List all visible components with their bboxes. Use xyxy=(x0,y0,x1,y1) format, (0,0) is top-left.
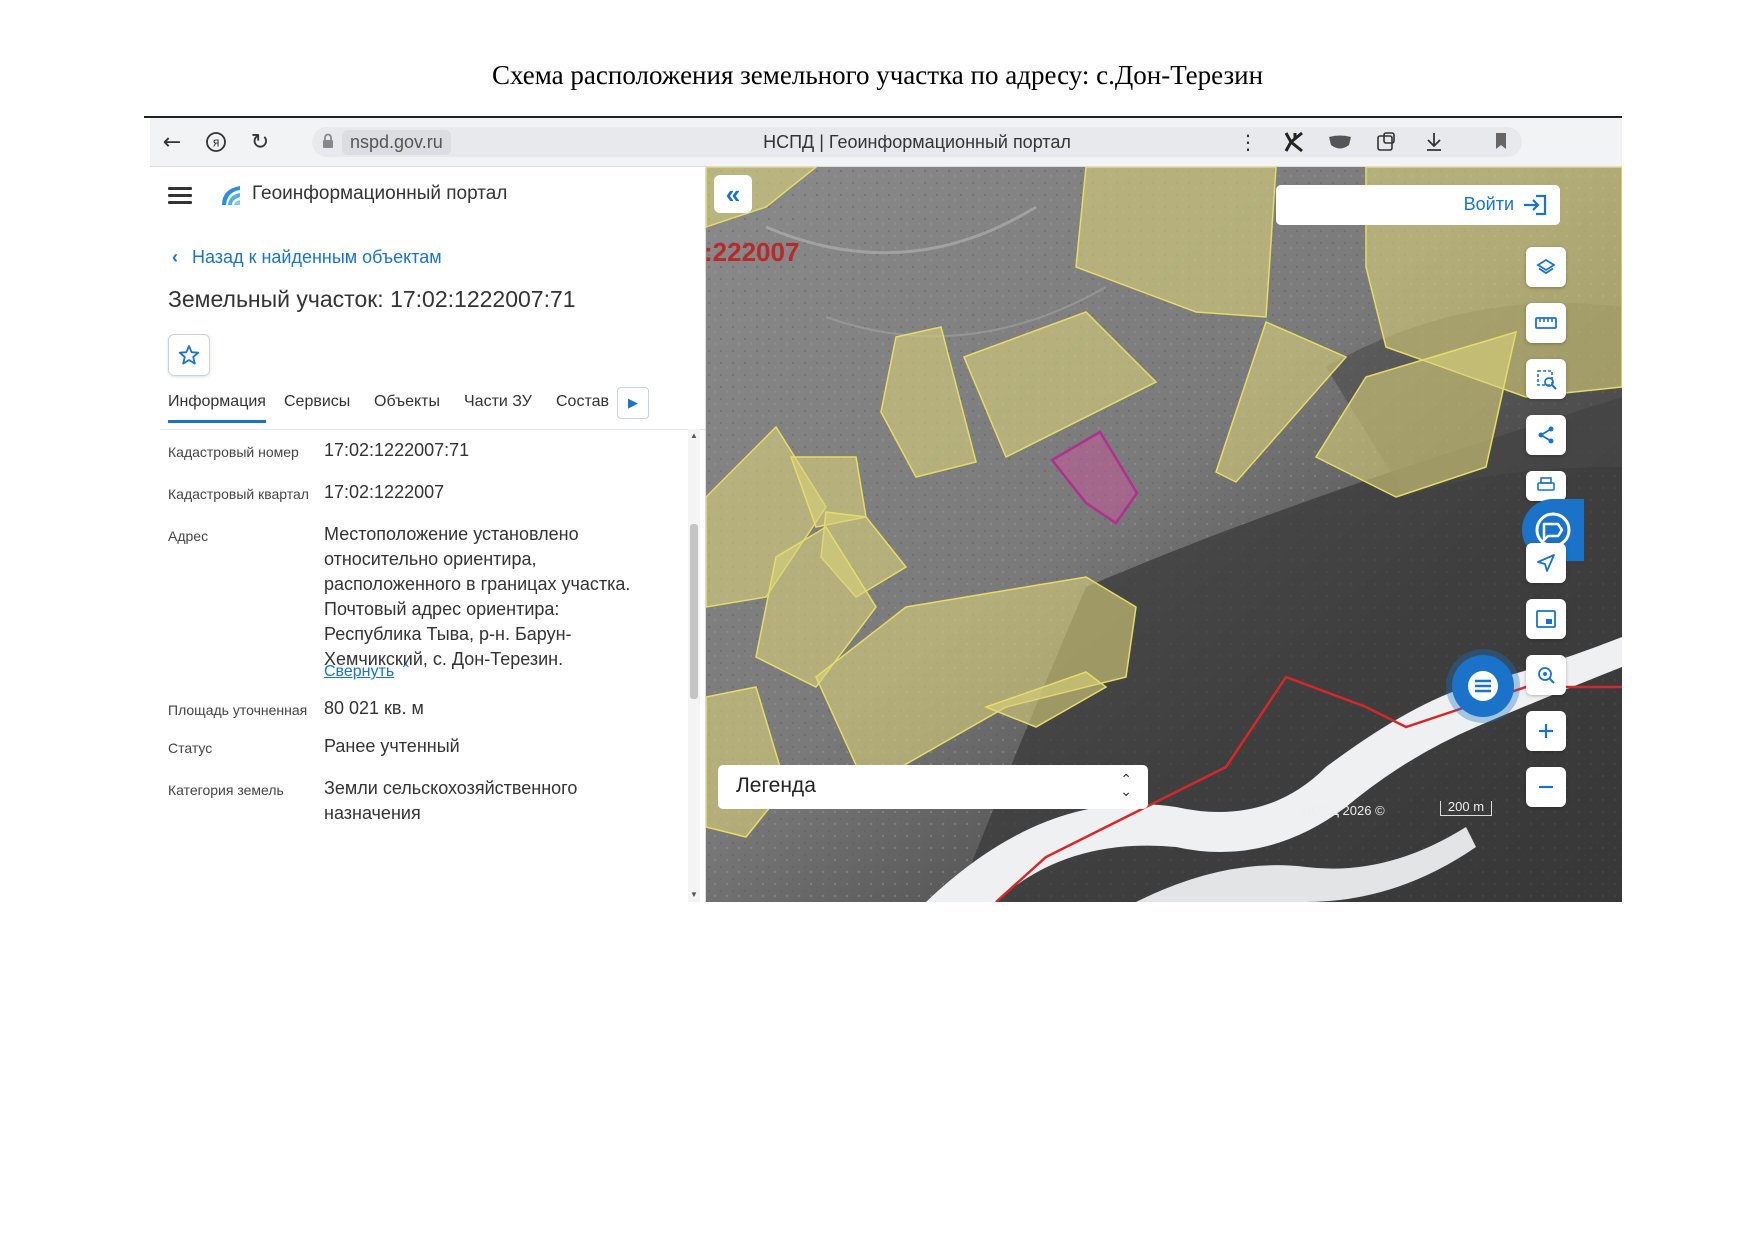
login-button[interactable]: Войти xyxy=(1276,185,1560,225)
back-to-results-link[interactable]: ‹ Назад к найденным объектам xyxy=(172,247,442,268)
field-value: 17:02:1222007 xyxy=(324,482,445,502)
ruler-icon xyxy=(1535,317,1557,329)
panel-scrollbar[interactable]: ▲ ▼ xyxy=(688,429,700,902)
login-label: Войти xyxy=(1463,194,1514,214)
share-button[interactable] xyxy=(1526,415,1566,455)
print-button[interactable] xyxy=(1526,471,1566,501)
map-copyright: НСПД 2026 © xyxy=(1302,803,1385,818)
bookmark-icon[interactable] xyxy=(1494,132,1508,155)
yandex-icon[interactable]: я xyxy=(202,128,230,156)
navigate-icon xyxy=(1537,554,1555,572)
object-title: Земельный участок: 17:02:1222007:71 xyxy=(168,286,576,312)
download-icon[interactable] xyxy=(1420,128,1448,156)
minimap-icon xyxy=(1536,610,1556,628)
field-label: Адрес xyxy=(168,528,209,544)
geo-search-button[interactable] xyxy=(1526,655,1566,695)
print-icon xyxy=(1537,477,1555,491)
tab-composition[interactable]: Состав xyxy=(556,393,609,411)
scroll-thumb[interactable] xyxy=(690,524,698,699)
chevron-up-down-icon: ⌃ ⌄ xyxy=(1120,771,1132,799)
login-icon xyxy=(1524,194,1547,216)
layers-button[interactable] xyxy=(1526,247,1566,287)
zoom-in-icon xyxy=(1539,724,1553,738)
map-scale: 200 m xyxy=(1440,800,1492,816)
zoom-out-icon xyxy=(1539,785,1553,789)
tab-objects[interactable]: Объекты xyxy=(374,393,440,411)
area-select-icon xyxy=(1537,370,1557,390)
hamburger-menu-icon[interactable] xyxy=(168,187,192,205)
tabs-next-button[interactable]: ▶ xyxy=(617,387,649,419)
minimap-button[interactable] xyxy=(1526,599,1566,639)
lock-icon xyxy=(322,133,336,149)
scroll-down-icon[interactable]: ▼ xyxy=(689,890,699,900)
field-value: Ранее учтенный xyxy=(324,736,460,756)
field-label: Кадастровый квартал xyxy=(168,486,309,502)
field-label: Площадь уточненная xyxy=(168,702,308,718)
chevron-up-icon: ⌃ xyxy=(400,661,412,677)
field-value: Земли сельскохозяйственного назначения xyxy=(324,778,578,823)
more-vert-icon[interactable]: ⋮ xyxy=(1234,128,1262,156)
chevron-left-icon: ‹ xyxy=(172,247,178,267)
cadastral-block-label: :222007 xyxy=(706,237,800,267)
field-value: Местоположение установлено относительно … xyxy=(324,524,631,669)
collapse-link-label[interactable]: Свернуть xyxy=(324,663,394,681)
portal-logo-icon xyxy=(218,183,244,209)
geo-search-icon xyxy=(1538,667,1555,684)
collapse-panel-button[interactable]: « xyxy=(714,175,752,213)
field-label: Кадастровый номер xyxy=(168,444,299,460)
legend-selector[interactable]: Легенда ⌃ ⌄ xyxy=(718,765,1148,809)
info-tabs: Информация Сервисы Объекты Части ЗУ Сост… xyxy=(160,385,705,430)
field-value: 80 021 кв. м xyxy=(324,698,424,718)
zoom-out-button[interactable] xyxy=(1526,767,1566,807)
url-host[interactable]: nspd.gov.ru xyxy=(342,130,451,155)
svg-text:я: я xyxy=(212,136,219,150)
scroll-up-icon[interactable]: ▲ xyxy=(689,431,699,441)
caret-right-icon: ▶ xyxy=(628,395,638,410)
double-chevron-left-icon: « xyxy=(725,178,741,209)
extension-mask-icon[interactable] xyxy=(1326,128,1354,156)
field-label: Категория земель xyxy=(168,782,284,798)
zoom-in-button[interactable] xyxy=(1526,711,1566,751)
screenshot: ← я ↻ nspd.gov.ru НСПД | Геоинформационн… xyxy=(144,118,1622,902)
document-title: Схема расположения земельного участка по… xyxy=(491,60,1264,90)
tab-information[interactable]: Информация xyxy=(168,393,266,423)
ruler-button[interactable] xyxy=(1526,303,1566,343)
field-label: Статус xyxy=(168,740,213,756)
favorite-star-button[interactable] xyxy=(168,334,210,376)
star-icon xyxy=(178,345,200,365)
chat-button[interactable] xyxy=(1452,655,1514,717)
area-select-button[interactable] xyxy=(1526,359,1566,399)
extensions-puzzle-icon[interactable] xyxy=(1372,128,1400,156)
portal-name: Геоинформационный портал xyxy=(252,183,508,204)
extension-k-icon[interactable] xyxy=(1280,128,1308,156)
share-icon xyxy=(1538,426,1554,444)
browser-toolbar: ← я ↻ nspd.gov.ru НСПД | Геоинформационн… xyxy=(150,118,1622,167)
legend-label: Легенда xyxy=(736,774,816,797)
field-value: 17:02:1222007:71 xyxy=(324,440,470,460)
chat-icon xyxy=(1468,671,1498,701)
reload-icon[interactable]: ↻ xyxy=(246,128,274,156)
map-view[interactable]: :222007 « Войти Легенда ⌃ ⌄ НСПД 2026 © … xyxy=(706,167,1622,902)
back-link-label: Назад к найденным объектам xyxy=(192,247,442,267)
back-arrow-icon[interactable]: ← xyxy=(158,128,186,156)
object-info-panel: Геоинформационный портал ‹ Назад к найден… xyxy=(150,167,706,902)
layers-icon xyxy=(1536,258,1556,275)
navigate-button[interactable] xyxy=(1526,543,1566,583)
tab-parcel-parts[interactable]: Части ЗУ xyxy=(464,393,532,411)
tab-services[interactable]: Сервисы xyxy=(284,393,350,411)
